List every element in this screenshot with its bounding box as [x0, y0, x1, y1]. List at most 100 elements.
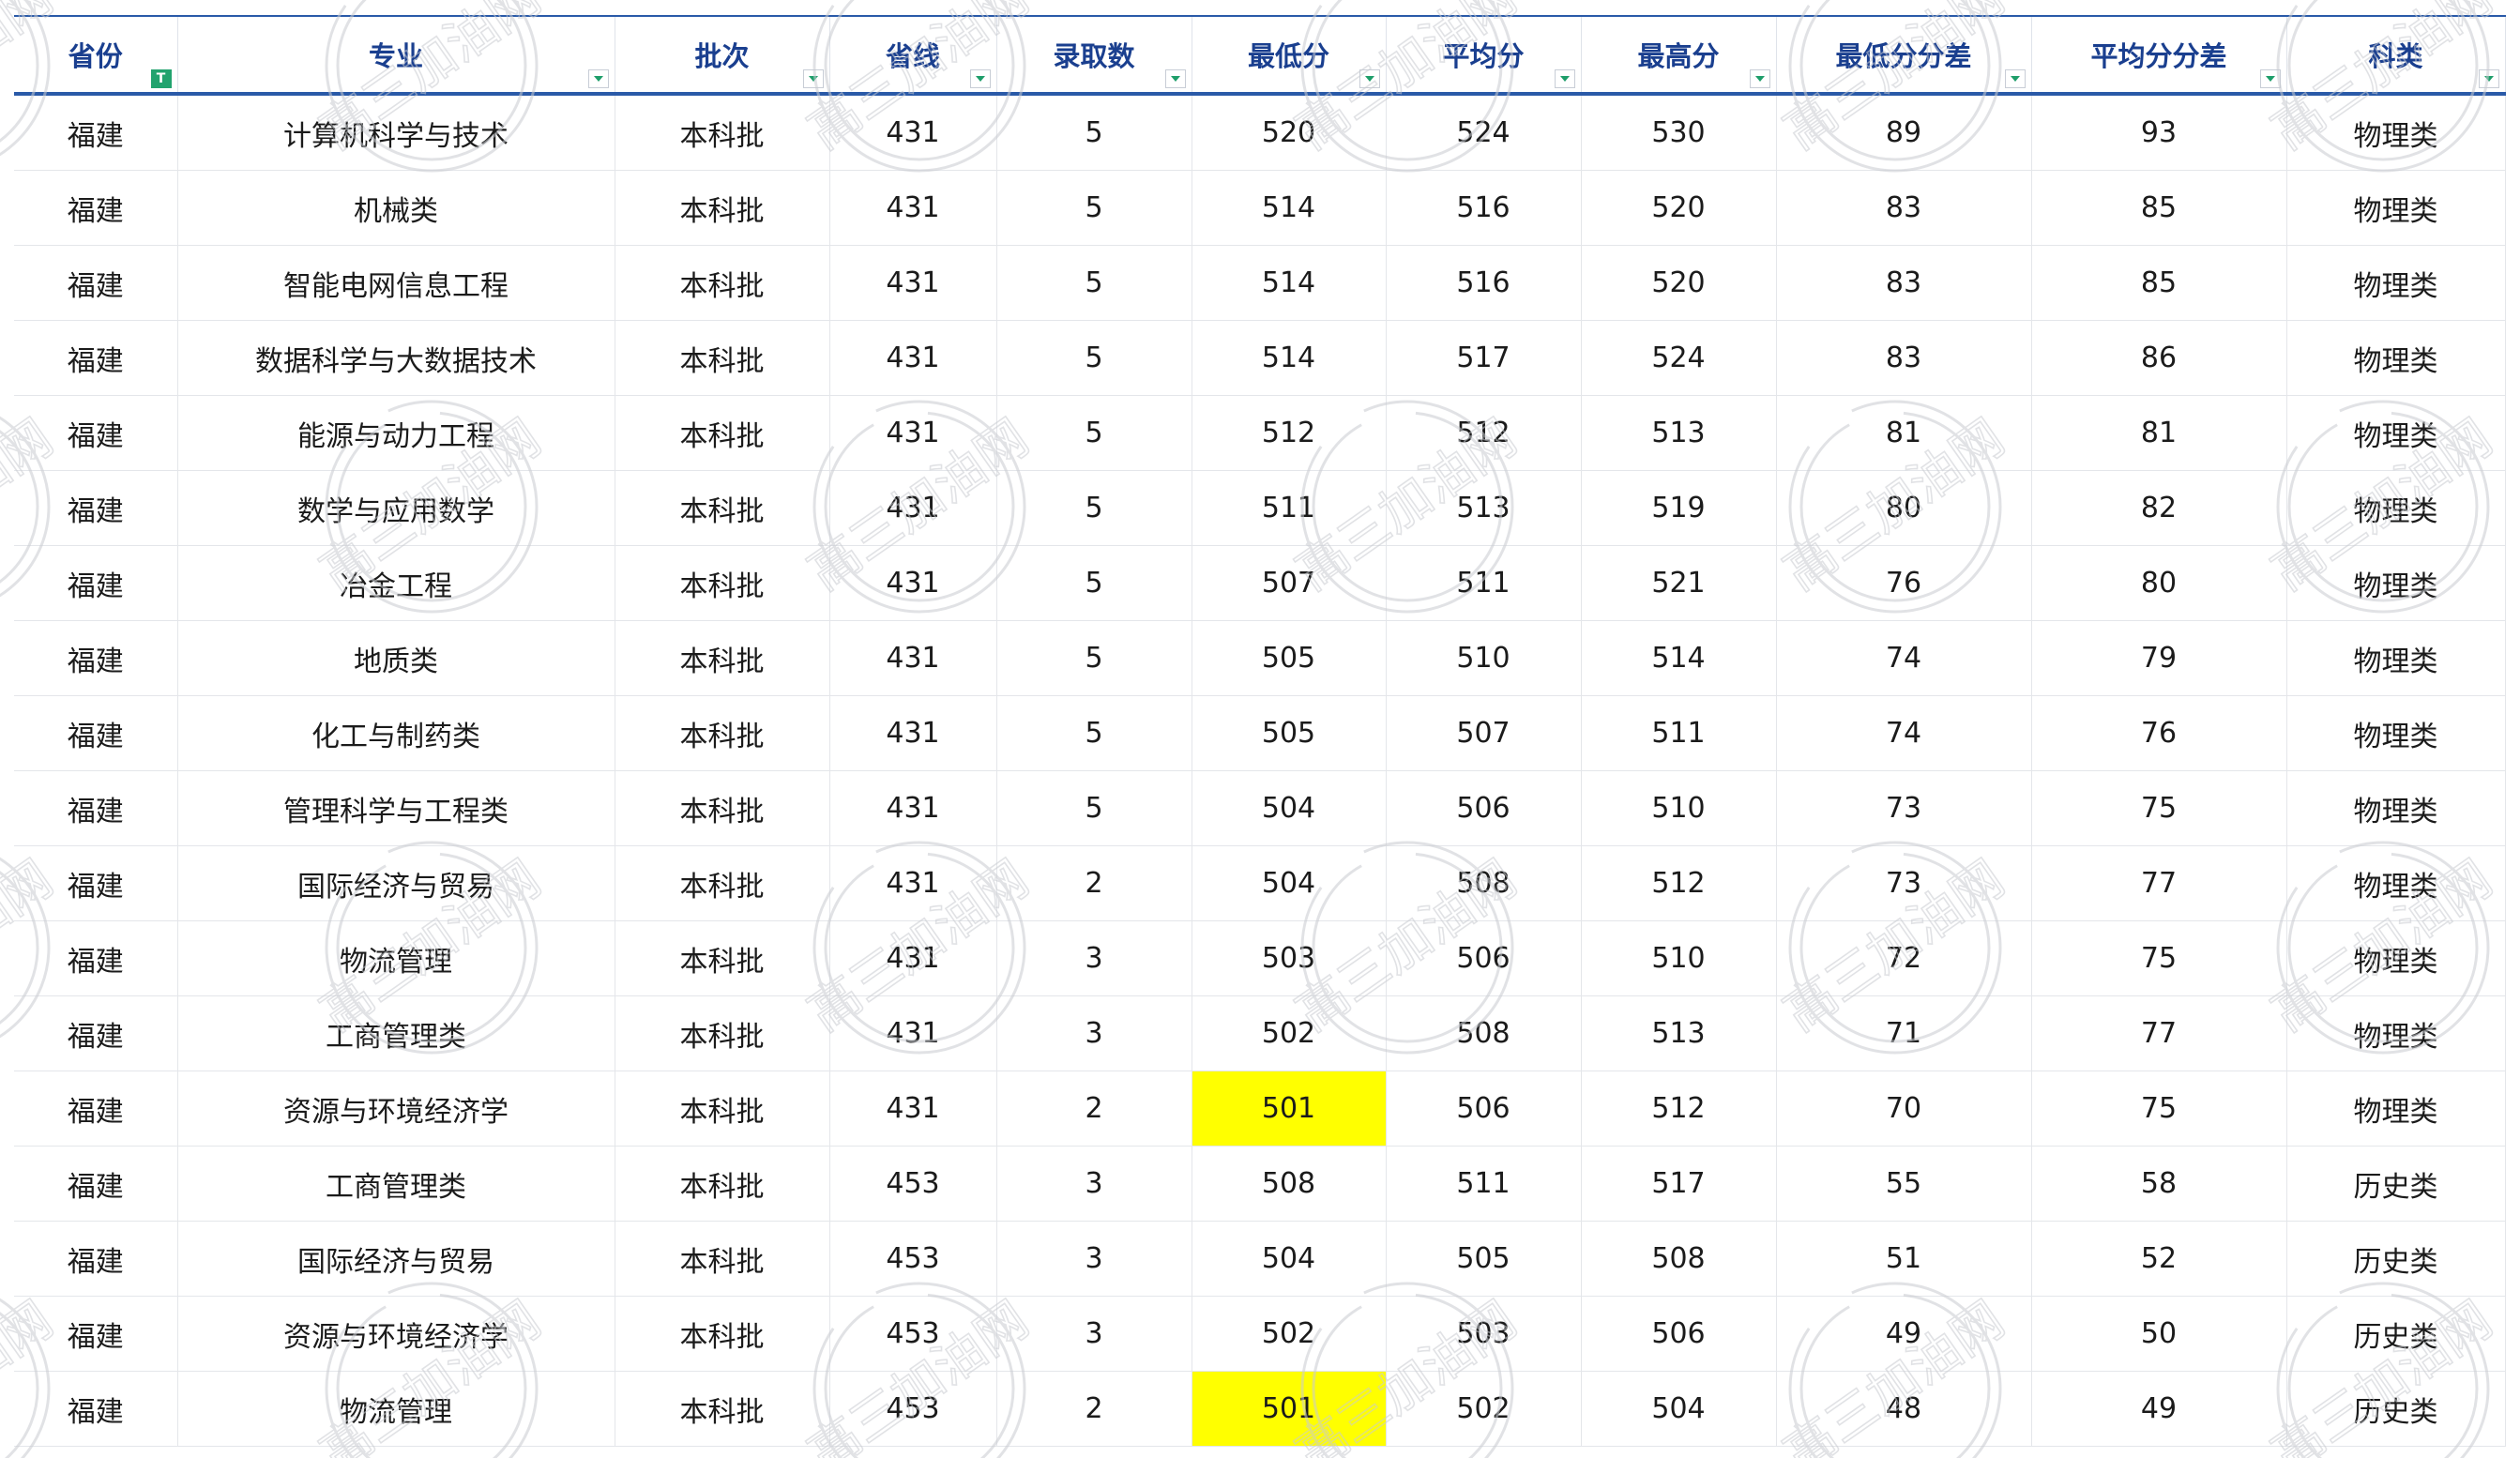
column-header-6[interactable]: 平均分 — [1386, 15, 1582, 96]
table-cell[interactable]: 福建 — [14, 1296, 178, 1372]
table-cell[interactable]: 工商管理类 — [177, 995, 615, 1071]
table-cell[interactable]: 历史类 — [2286, 1296, 2506, 1372]
table-cell[interactable]: 514 — [1192, 245, 1387, 321]
table-cell[interactable]: 本科批 — [615, 1221, 830, 1297]
table-cell[interactable]: 福建 — [14, 245, 178, 321]
table-cell[interactable]: 3 — [996, 995, 1192, 1071]
table-cell[interactable]: 453 — [829, 1221, 997, 1297]
table-cell[interactable]: 福建 — [14, 920, 178, 996]
table-cell[interactable]: 国际经济与贸易 — [177, 845, 615, 921]
table-cell[interactable]: 本科批 — [615, 245, 830, 321]
filter-dropdown-icon[interactable] — [2478, 69, 2499, 88]
table-cell[interactable]: 物理类 — [2286, 545, 2506, 621]
table-cell[interactable]: 5 — [996, 395, 1192, 471]
table-cell[interactable]: 519 — [1581, 470, 1777, 546]
table-cell[interactable]: 431 — [829, 845, 997, 921]
column-header-9[interactable]: 平均分分差 — [2031, 15, 2287, 96]
table-cell[interactable]: 502 — [1192, 995, 1387, 1071]
table-cell[interactable]: 510 — [1581, 770, 1777, 846]
table-cell[interactable]: 本科批 — [615, 995, 830, 1071]
filter-dropdown-icon[interactable] — [1554, 69, 1575, 88]
table-cell[interactable]: 503 — [1192, 920, 1387, 996]
table-cell[interactable]: 453 — [829, 1296, 997, 1372]
table-cell[interactable]: 502 — [1386, 1371, 1582, 1447]
table-cell[interactable]: 81 — [2031, 395, 2287, 471]
table-cell[interactable]: 508 — [1386, 995, 1582, 1071]
table-cell[interactable]: 73 — [1776, 845, 2032, 921]
table-cell[interactable]: 5 — [996, 620, 1192, 696]
column-header-5[interactable]: 最低分 — [1192, 15, 1387, 96]
table-cell[interactable]: 资源与环境经济学 — [177, 1296, 615, 1372]
table-cell[interactable]: 5 — [996, 695, 1192, 771]
column-header-2[interactable]: 批次 — [615, 15, 830, 96]
table-cell[interactable]: 物理类 — [2286, 395, 2506, 471]
table-cell[interactable]: 516 — [1386, 170, 1582, 246]
table-cell[interactable]: 83 — [1776, 320, 2032, 396]
table-cell[interactable]: 本科批 — [615, 620, 830, 696]
table-cell[interactable]: 本科批 — [615, 170, 830, 246]
table-cell[interactable]: 3 — [996, 1146, 1192, 1222]
column-header-0[interactable]: 省份 T — [14, 15, 178, 96]
table-cell[interactable]: 83 — [1776, 245, 2032, 321]
table-cell[interactable]: 508 — [1581, 1221, 1777, 1297]
table-cell[interactable]: 76 — [1776, 545, 2032, 621]
table-cell[interactable]: 517 — [1386, 320, 1582, 396]
table-cell[interactable]: 510 — [1581, 920, 1777, 996]
table-cell[interactable]: 物理类 — [2286, 695, 2506, 771]
table-cell[interactable]: 514 — [1581, 620, 1777, 696]
filter-dropdown-icon[interactable] — [969, 69, 991, 88]
table-cell[interactable]: 431 — [829, 695, 997, 771]
table-cell[interactable]: 511 — [1192, 470, 1387, 546]
table-cell[interactable]: 51 — [1776, 1221, 2032, 1297]
filter-dropdown-icon[interactable] — [2259, 69, 2281, 88]
table-cell[interactable]: 513 — [1581, 995, 1777, 1071]
table-cell[interactable]: 福建 — [14, 395, 178, 471]
table-cell[interactable]: 物理类 — [2286, 170, 2506, 246]
table-cell[interactable]: 5 — [996, 770, 1192, 846]
table-cell[interactable]: 福建 — [14, 995, 178, 1071]
table-cell[interactable]: 冶金工程 — [177, 545, 615, 621]
table-cell[interactable]: 504 — [1192, 770, 1387, 846]
table-cell[interactable]: 74 — [1776, 620, 2032, 696]
table-cell[interactable]: 本科批 — [615, 770, 830, 846]
table-cell[interactable]: 431 — [829, 170, 997, 246]
table-cell[interactable]: 50 — [2031, 1296, 2287, 1372]
table-cell[interactable]: 431 — [829, 1071, 997, 1147]
table-cell[interactable]: 物理类 — [2286, 845, 2506, 921]
table-cell[interactable]: 管理科学与工程类 — [177, 770, 615, 846]
table-cell[interactable]: 物理类 — [2286, 920, 2506, 996]
table-cell[interactable]: 能源与动力工程 — [177, 395, 615, 471]
active-filter-icon[interactable]: T — [150, 69, 172, 88]
table-cell[interactable]: 82 — [2031, 470, 2287, 546]
table-cell[interactable]: 本科批 — [615, 94, 830, 171]
table-cell[interactable]: 历史类 — [2286, 1371, 2506, 1447]
table-cell[interactable]: 3 — [996, 920, 1192, 996]
table-cell[interactable]: 本科批 — [615, 1146, 830, 1222]
table-cell[interactable]: 物理类 — [2286, 995, 2506, 1071]
table-cell[interactable]: 516 — [1386, 245, 1582, 321]
table-cell[interactable]: 511 — [1386, 545, 1582, 621]
table-cell[interactable]: 74 — [1776, 695, 2032, 771]
table-cell[interactable]: 58 — [2031, 1146, 2287, 1222]
table-cell[interactable]: 5 — [996, 320, 1192, 396]
table-cell[interactable]: 工商管理类 — [177, 1146, 615, 1222]
table-cell[interactable]: 512 — [1581, 845, 1777, 921]
table-cell[interactable]: 物理类 — [2286, 770, 2506, 846]
table-cell[interactable]: 智能电网信息工程 — [177, 245, 615, 321]
table-cell[interactable]: 物理类 — [2286, 320, 2506, 396]
filter-dropdown-icon[interactable] — [587, 69, 609, 88]
table-cell[interactable]: 507 — [1192, 545, 1387, 621]
table-cell[interactable]: 520 — [1192, 94, 1387, 171]
table-cell[interactable]: 505 — [1192, 695, 1387, 771]
table-cell[interactable]: 453 — [829, 1371, 997, 1447]
table-cell[interactable]: 506 — [1386, 770, 1582, 846]
table-cell[interactable]: 73 — [1776, 770, 2032, 846]
table-cell[interactable]: 86 — [2031, 320, 2287, 396]
table-cell[interactable]: 89 — [1776, 94, 2032, 171]
table-cell[interactable]: 520 — [1581, 170, 1777, 246]
table-cell[interactable]: 80 — [2031, 545, 2287, 621]
table-cell[interactable]: 514 — [1192, 170, 1387, 246]
table-cell[interactable]: 物理类 — [2286, 245, 2506, 321]
table-cell[interactable]: 国际经济与贸易 — [177, 1221, 615, 1297]
table-cell[interactable]: 512 — [1192, 395, 1387, 471]
